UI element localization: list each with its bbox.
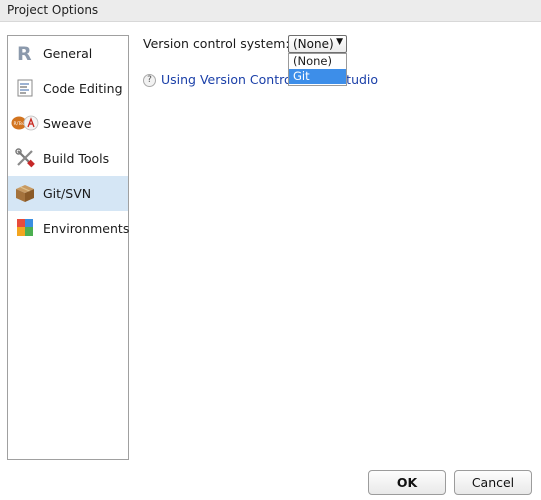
window-title: Project Options <box>7 3 99 17</box>
code-editing-icon <box>14 78 36 98</box>
sidebar-item-code-editing[interactable]: Code Editing <box>8 71 128 106</box>
ok-button[interactable]: OK <box>368 470 446 495</box>
vcs-label: Version control system: <box>143 36 290 51</box>
vcs-select[interactable]: (None) ▼ <box>288 35 347 53</box>
vcs-selected-value: (None) <box>293 37 334 51</box>
vcs-option-git[interactable]: Git <box>289 69 346 84</box>
vcs-dropdown-list: (None) Git <box>288 53 347 86</box>
title-bar: Project Options <box>0 0 541 22</box>
build-tools-icon <box>14 148 36 168</box>
sidebar-item-label: Environments <box>43 221 130 236</box>
sidebar-item-git-svn[interactable]: Git/SVN <box>8 176 128 211</box>
sidebar-item-environments[interactable]: Environments <box>8 211 130 246</box>
vcs-option-none[interactable]: (None) <box>289 54 346 69</box>
sidebar-item-label: Sweave <box>43 116 92 131</box>
environments-icon <box>14 218 36 238</box>
svg-text:R: R <box>17 43 32 63</box>
sidebar-item-label: Code Editing <box>43 81 123 96</box>
package-box-icon <box>14 183 36 203</box>
sidebar-item-sweave[interactable]: R/TeX Sweave <box>8 106 128 141</box>
cancel-button[interactable]: Cancel <box>454 470 532 495</box>
chevron-down-icon: ▼ <box>336 37 343 47</box>
sweave-pdf-icon: R/TeX <box>11 113 39 133</box>
help-icon: ? <box>143 74 156 87</box>
sidebar-item-label: Build Tools <box>43 151 110 166</box>
options-sidebar: R General Code Editing R/TeX Sweave Buil… <box>7 35 129 460</box>
sidebar-item-label: Git/SVN <box>43 186 92 201</box>
sidebar-item-general[interactable]: R General <box>8 36 128 71</box>
sidebar-item-build-tools[interactable]: Build Tools <box>8 141 128 176</box>
sidebar-item-label: General <box>43 46 93 61</box>
r-logo-icon: R <box>14 43 36 65</box>
